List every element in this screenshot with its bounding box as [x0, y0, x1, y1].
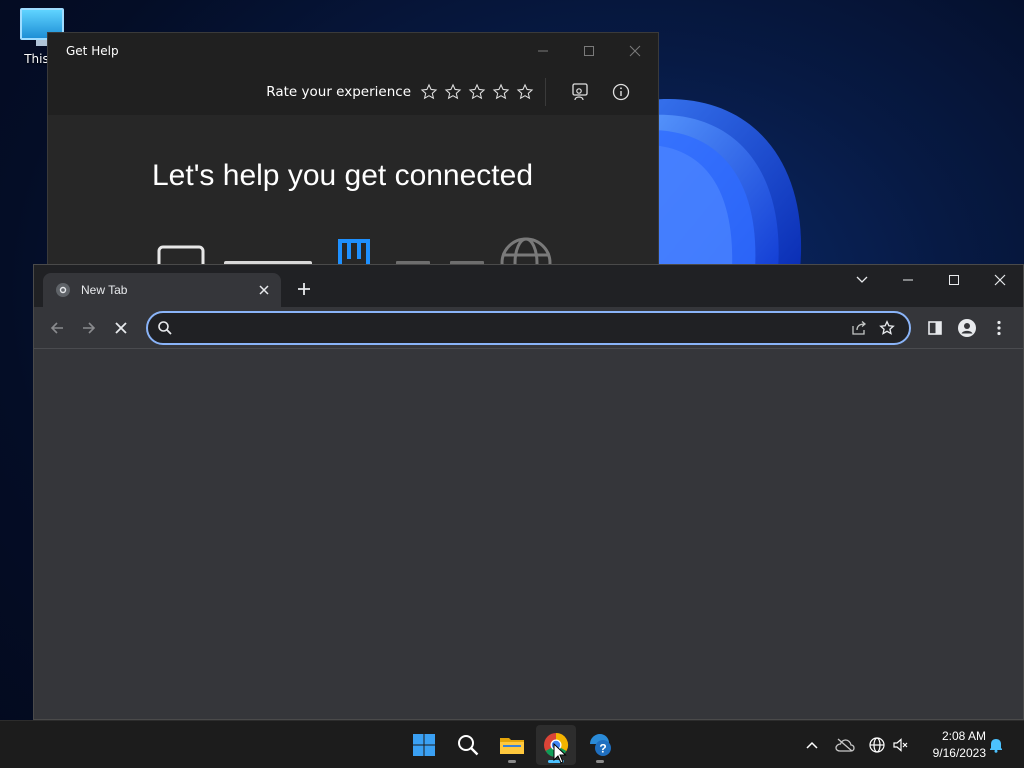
- start-icon: [413, 734, 435, 756]
- star-icon: [879, 319, 895, 335]
- back-button[interactable]: [42, 313, 72, 343]
- minimize-icon: [903, 279, 913, 281]
- minimize-button[interactable]: [520, 33, 566, 69]
- arrow-right-icon: [83, 321, 96, 334]
- close-icon: [994, 274, 1006, 286]
- feedback-icon: [572, 83, 588, 101]
- rating-star-2[interactable]: [441, 80, 465, 104]
- get-help-heading: Let's help you get connected: [152, 159, 534, 192]
- notifications-button[interactable]: [986, 721, 1006, 768]
- rating-star-5[interactable]: [513, 80, 537, 104]
- rating-star-1[interactable]: [417, 80, 441, 104]
- chrome-favicon-icon: [56, 283, 70, 297]
- volume-muted-icon: [893, 738, 908, 752]
- tab-title: New Tab: [81, 283, 128, 297]
- rating-star-4[interactable]: [489, 80, 513, 104]
- arrow-left-icon: [50, 321, 63, 334]
- stop-loading-button[interactable]: [106, 313, 136, 343]
- clock-time: 2:08 AM: [941, 729, 986, 743]
- file-explorer-icon: [500, 738, 524, 754]
- get-help-content: Let's help you get connected: [48, 115, 658, 271]
- address-input[interactable]: [180, 319, 845, 336]
- show-hidden-icons-button[interactable]: [800, 721, 824, 768]
- star-icon: [444, 83, 462, 100]
- star-icon: [516, 83, 534, 100]
- get-help-toolbar: Rate your experience: [48, 69, 658, 115]
- more-vertical-icon: [997, 320, 1001, 335]
- tab-strip[interactable]: New Tab: [34, 265, 1023, 307]
- bookmark-button[interactable]: [873, 314, 901, 342]
- network-tray-button[interactable]: [866, 721, 888, 768]
- close-button[interactable]: [977, 265, 1023, 295]
- chrome-window-controls: [839, 265, 1023, 295]
- maximize-button[interactable]: [931, 265, 977, 295]
- close-icon: [115, 321, 127, 334]
- taskbar-clock[interactable]: 2:08 AM 9/16/2023: [933, 728, 986, 762]
- side-panel-button[interactable]: [919, 312, 951, 344]
- search-icon: [158, 320, 172, 335]
- svg-text:?: ?: [599, 742, 606, 756]
- chevron-down-icon: [856, 276, 868, 283]
- volume-tray-button[interactable]: [890, 721, 912, 768]
- chevron-up-icon: [806, 741, 818, 749]
- forward-button[interactable]: [74, 313, 104, 343]
- onedrive-tray-button[interactable]: [832, 721, 858, 768]
- chrome-toolbar: [34, 307, 1023, 349]
- search-icon: [458, 735, 479, 756]
- close-icon: [259, 285, 269, 295]
- avatar-icon: [958, 318, 976, 337]
- maximize-button[interactable]: [566, 33, 612, 69]
- maximize-icon: [949, 275, 959, 285]
- new-tab-button[interactable]: [292, 277, 316, 301]
- side-panel-icon: [928, 320, 942, 335]
- mouse-cursor-icon: [553, 743, 567, 764]
- close-icon: [629, 45, 641, 57]
- star-icon: [468, 83, 486, 100]
- profile-button[interactable]: [951, 312, 983, 344]
- info-button[interactable]: [604, 75, 638, 109]
- info-icon: [612, 83, 630, 101]
- get-help-icon: ?: [590, 734, 611, 756]
- globe-icon: [869, 737, 885, 753]
- plus-icon: [298, 283, 310, 295]
- close-button[interactable]: [612, 33, 658, 69]
- taskbar: ? 2:08 AM 9/16/2023: [0, 720, 1024, 768]
- get-help-window[interactable]: Get Help Rate your experience Let's help…: [47, 32, 659, 272]
- rate-experience-label: Rate your experience: [266, 84, 411, 100]
- maximize-icon: [584, 46, 594, 56]
- start-button[interactable]: [404, 725, 444, 765]
- clock-date: 9/16/2023: [932, 746, 986, 760]
- star-icon: [492, 83, 510, 100]
- file-explorer-button[interactable]: [492, 725, 532, 765]
- running-indicator: [596, 760, 604, 763]
- feedback-button[interactable]: [564, 75, 598, 109]
- toolbar-separator: [545, 78, 546, 106]
- page-content[interactable]: [34, 350, 1023, 719]
- running-indicator: [508, 760, 516, 763]
- taskbar-search-button[interactable]: [448, 725, 488, 765]
- tab-new-tab[interactable]: New Tab: [43, 273, 281, 307]
- tab-search-button[interactable]: [839, 265, 885, 295]
- star-icon: [420, 83, 438, 100]
- get-help-title: Get Help: [66, 44, 119, 58]
- minimize-icon: [538, 50, 548, 52]
- toolbar-right-actions: [919, 312, 1015, 344]
- get-help-taskbar-button[interactable]: ?: [580, 725, 620, 765]
- rating-star-3[interactable]: [465, 80, 489, 104]
- share-icon: [852, 320, 867, 335]
- minimize-button[interactable]: [885, 265, 931, 295]
- chrome-menu-button[interactable]: [983, 312, 1015, 344]
- address-bar[interactable]: [146, 310, 911, 345]
- bell-icon: [990, 739, 1002, 753]
- chrome-window[interactable]: New Tab: [33, 264, 1024, 720]
- tab-close-button[interactable]: [255, 281, 273, 299]
- get-help-titlebar[interactable]: Get Help: [48, 33, 658, 69]
- share-button[interactable]: [845, 314, 873, 342]
- cloud-offline-icon: [835, 738, 855, 752]
